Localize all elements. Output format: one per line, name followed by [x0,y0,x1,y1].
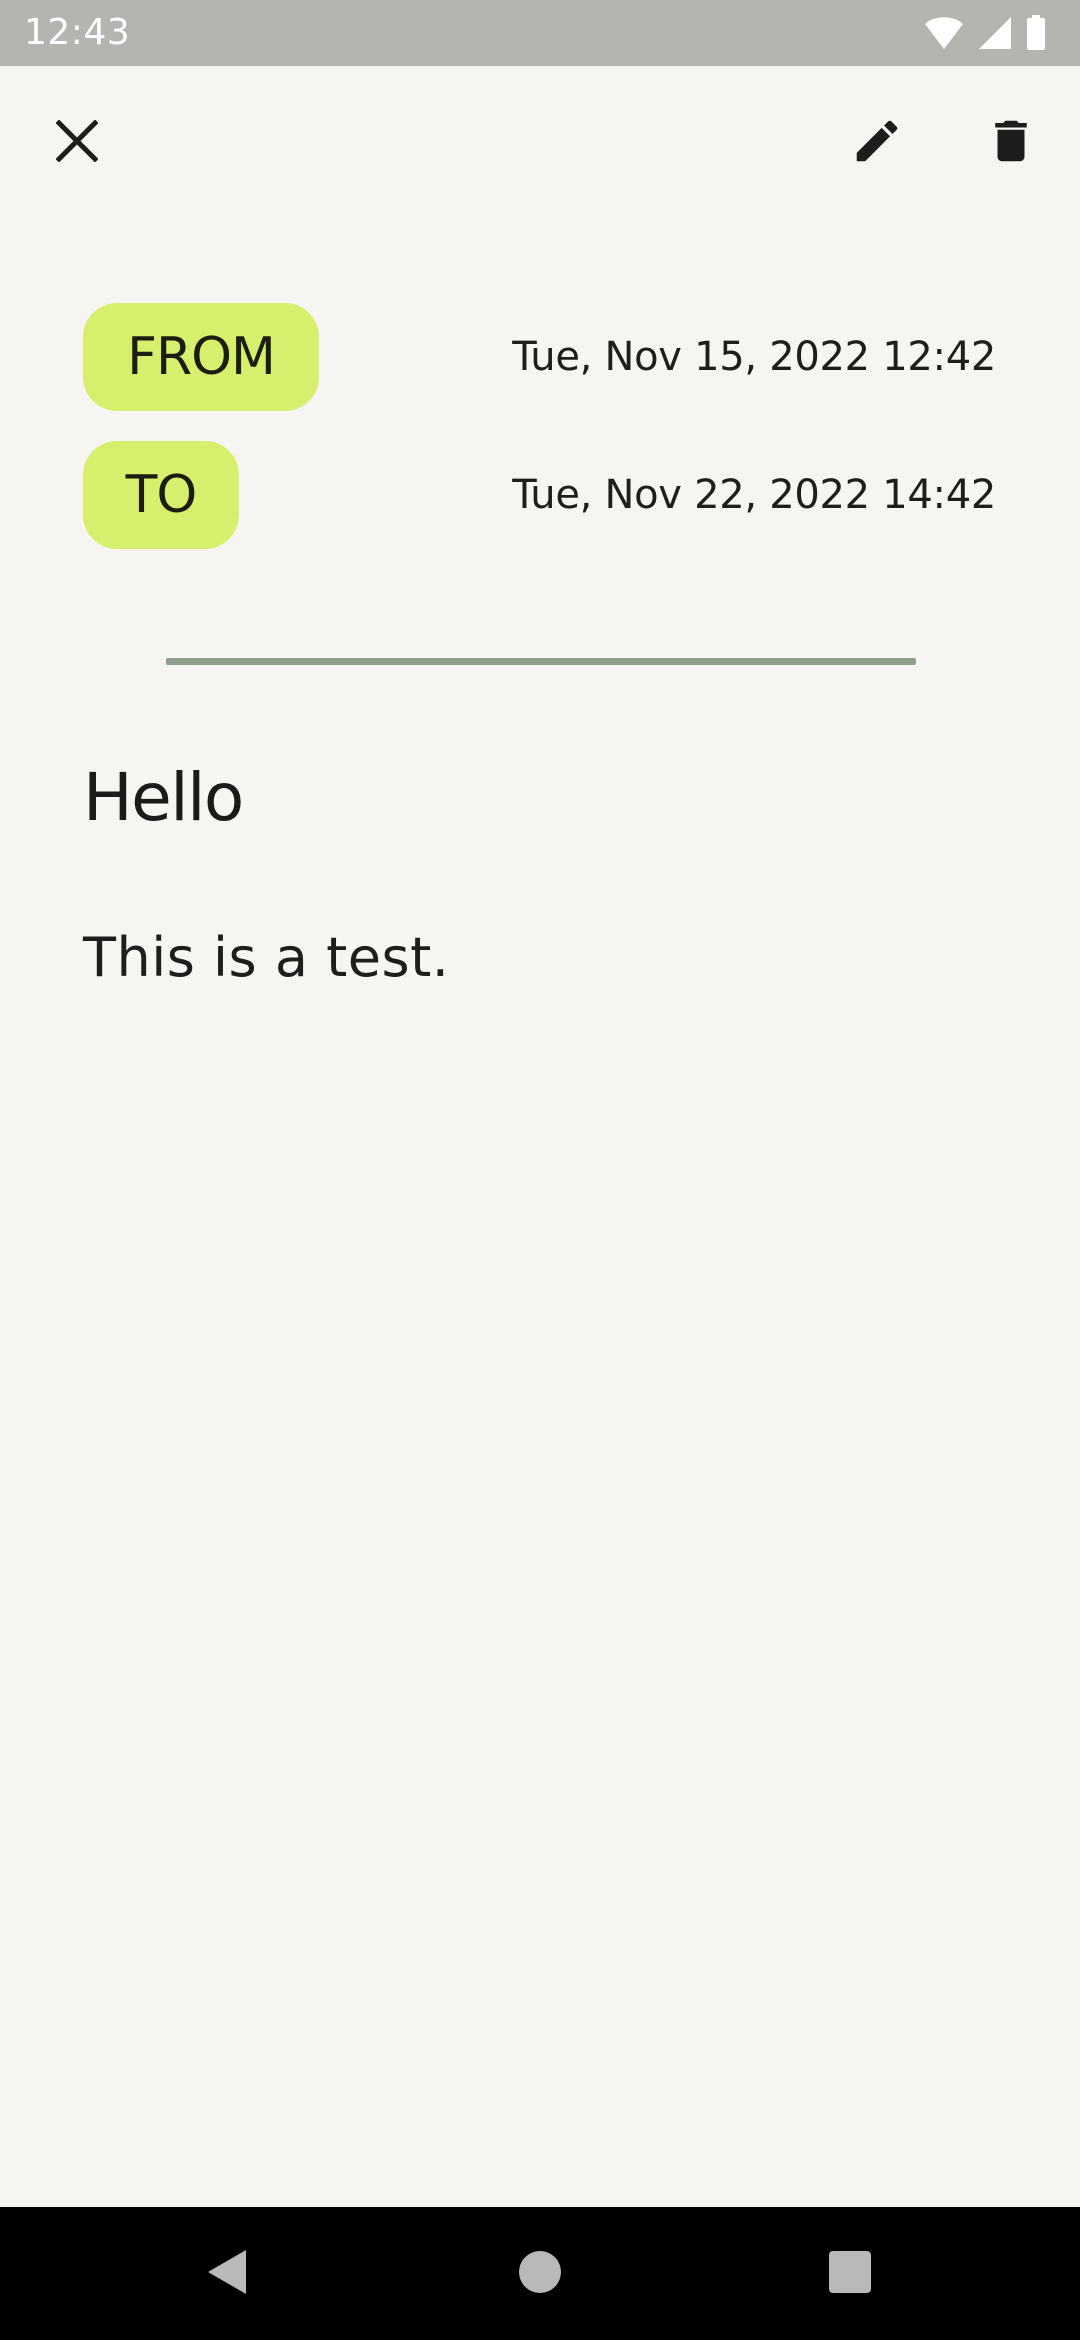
from-date[interactable]: Tue, Nov 15, 2022 12:42 [512,303,996,411]
trash-icon [984,112,1038,174]
status-icons [924,15,1046,51]
to-row: TO Tue, Nov 22, 2022 14:42 [83,441,996,549]
pencil-icon [850,114,904,172]
close-button[interactable] [27,93,127,193]
navigation-bar [0,2207,1080,2340]
back-button[interactable] [166,2207,286,2340]
from-row: FROM Tue, Nov 15, 2022 12:42 [83,303,996,411]
delete-button[interactable] [961,93,1061,193]
recents-square-icon [829,2250,871,2297]
wifi-icon [924,15,964,51]
divider [166,658,916,665]
to-date[interactable]: Tue, Nov 22, 2022 14:42 [512,441,996,549]
back-triangle-icon [204,2248,248,2300]
battery-icon [1026,15,1046,51]
status-time: 12:43 [24,12,131,53]
status-bar: 12:43 [0,0,1080,66]
recents-button[interactable] [790,2207,910,2340]
to-chip[interactable]: TO [83,441,239,549]
note-body: This is a test. [83,926,450,989]
from-chip[interactable]: FROM [83,303,319,411]
edit-button[interactable] [827,93,927,193]
close-icon [55,119,99,166]
home-circle-icon [518,2250,562,2298]
home-button[interactable] [480,2207,600,2340]
cellular-signal-icon [978,15,1012,51]
note-title: Hello [83,759,244,836]
